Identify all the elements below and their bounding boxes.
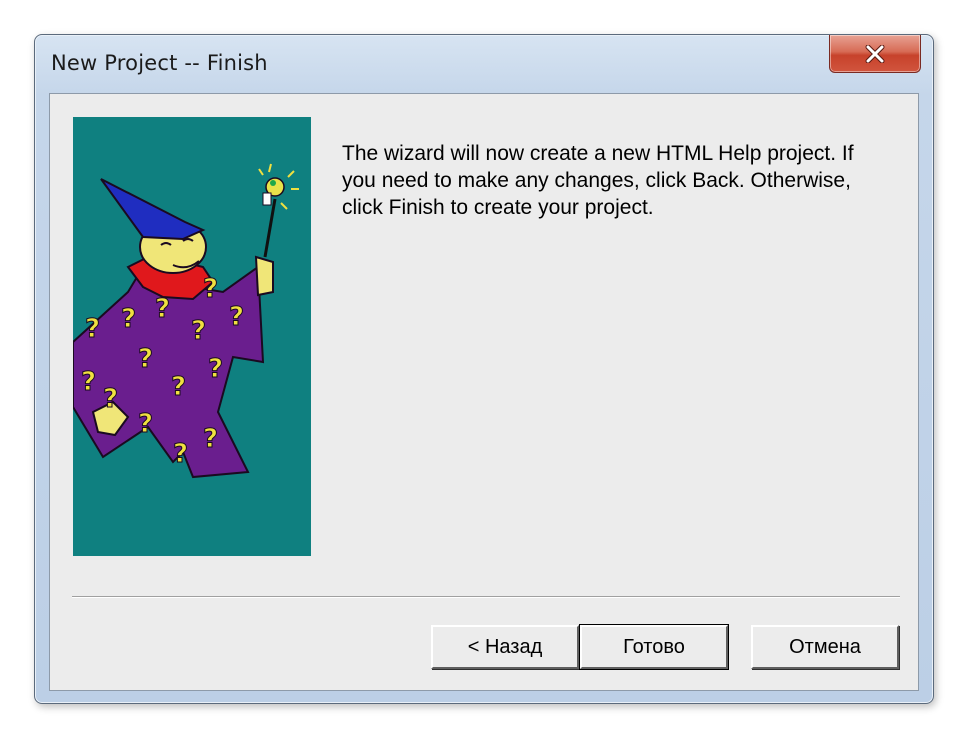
svg-text:?: ?: [121, 304, 136, 334]
svg-text:?: ?: [155, 294, 170, 324]
title-bar[interactable]: New Project -- Finish: [35, 35, 933, 93]
dialog-window: New Project -- Finish ? ? ? ? ? ? ? ? ? …: [34, 34, 934, 704]
svg-text:?: ?: [85, 314, 100, 344]
svg-text:?: ?: [203, 274, 218, 304]
svg-text:?: ?: [203, 424, 218, 454]
window-title: New Project -- Finish: [51, 51, 268, 75]
close-x-icon: [865, 44, 885, 63]
finish-button[interactable]: Готово: [579, 624, 729, 670]
dialog-content: ? ? ? ? ? ? ? ? ? ? ? ? ? ? The wizard w…: [49, 93, 919, 691]
cancel-button[interactable]: Отмена: [751, 625, 899, 669]
button-separator: [72, 596, 900, 598]
wizard-illustration-icon: ? ? ? ? ? ? ? ? ? ? ? ? ? ?: [73, 163, 299, 479]
svg-text:?: ?: [81, 367, 96, 397]
svg-text:?: ?: [208, 354, 223, 384]
svg-text:?: ?: [103, 384, 118, 414]
svg-text:?: ?: [138, 409, 153, 439]
svg-text:?: ?: [138, 344, 153, 374]
back-button[interactable]: < Назад: [431, 625, 579, 669]
svg-text:?: ?: [229, 302, 244, 332]
wizard-message: The wizard will now create a new HTML He…: [342, 142, 854, 219]
svg-text:?: ?: [191, 316, 206, 346]
svg-text:?: ?: [171, 372, 186, 402]
close-button[interactable]: [829, 35, 921, 73]
svg-text:?: ?: [173, 439, 188, 469]
wizard-illustration: ? ? ? ? ? ? ? ? ? ? ? ? ? ?: [73, 117, 311, 556]
